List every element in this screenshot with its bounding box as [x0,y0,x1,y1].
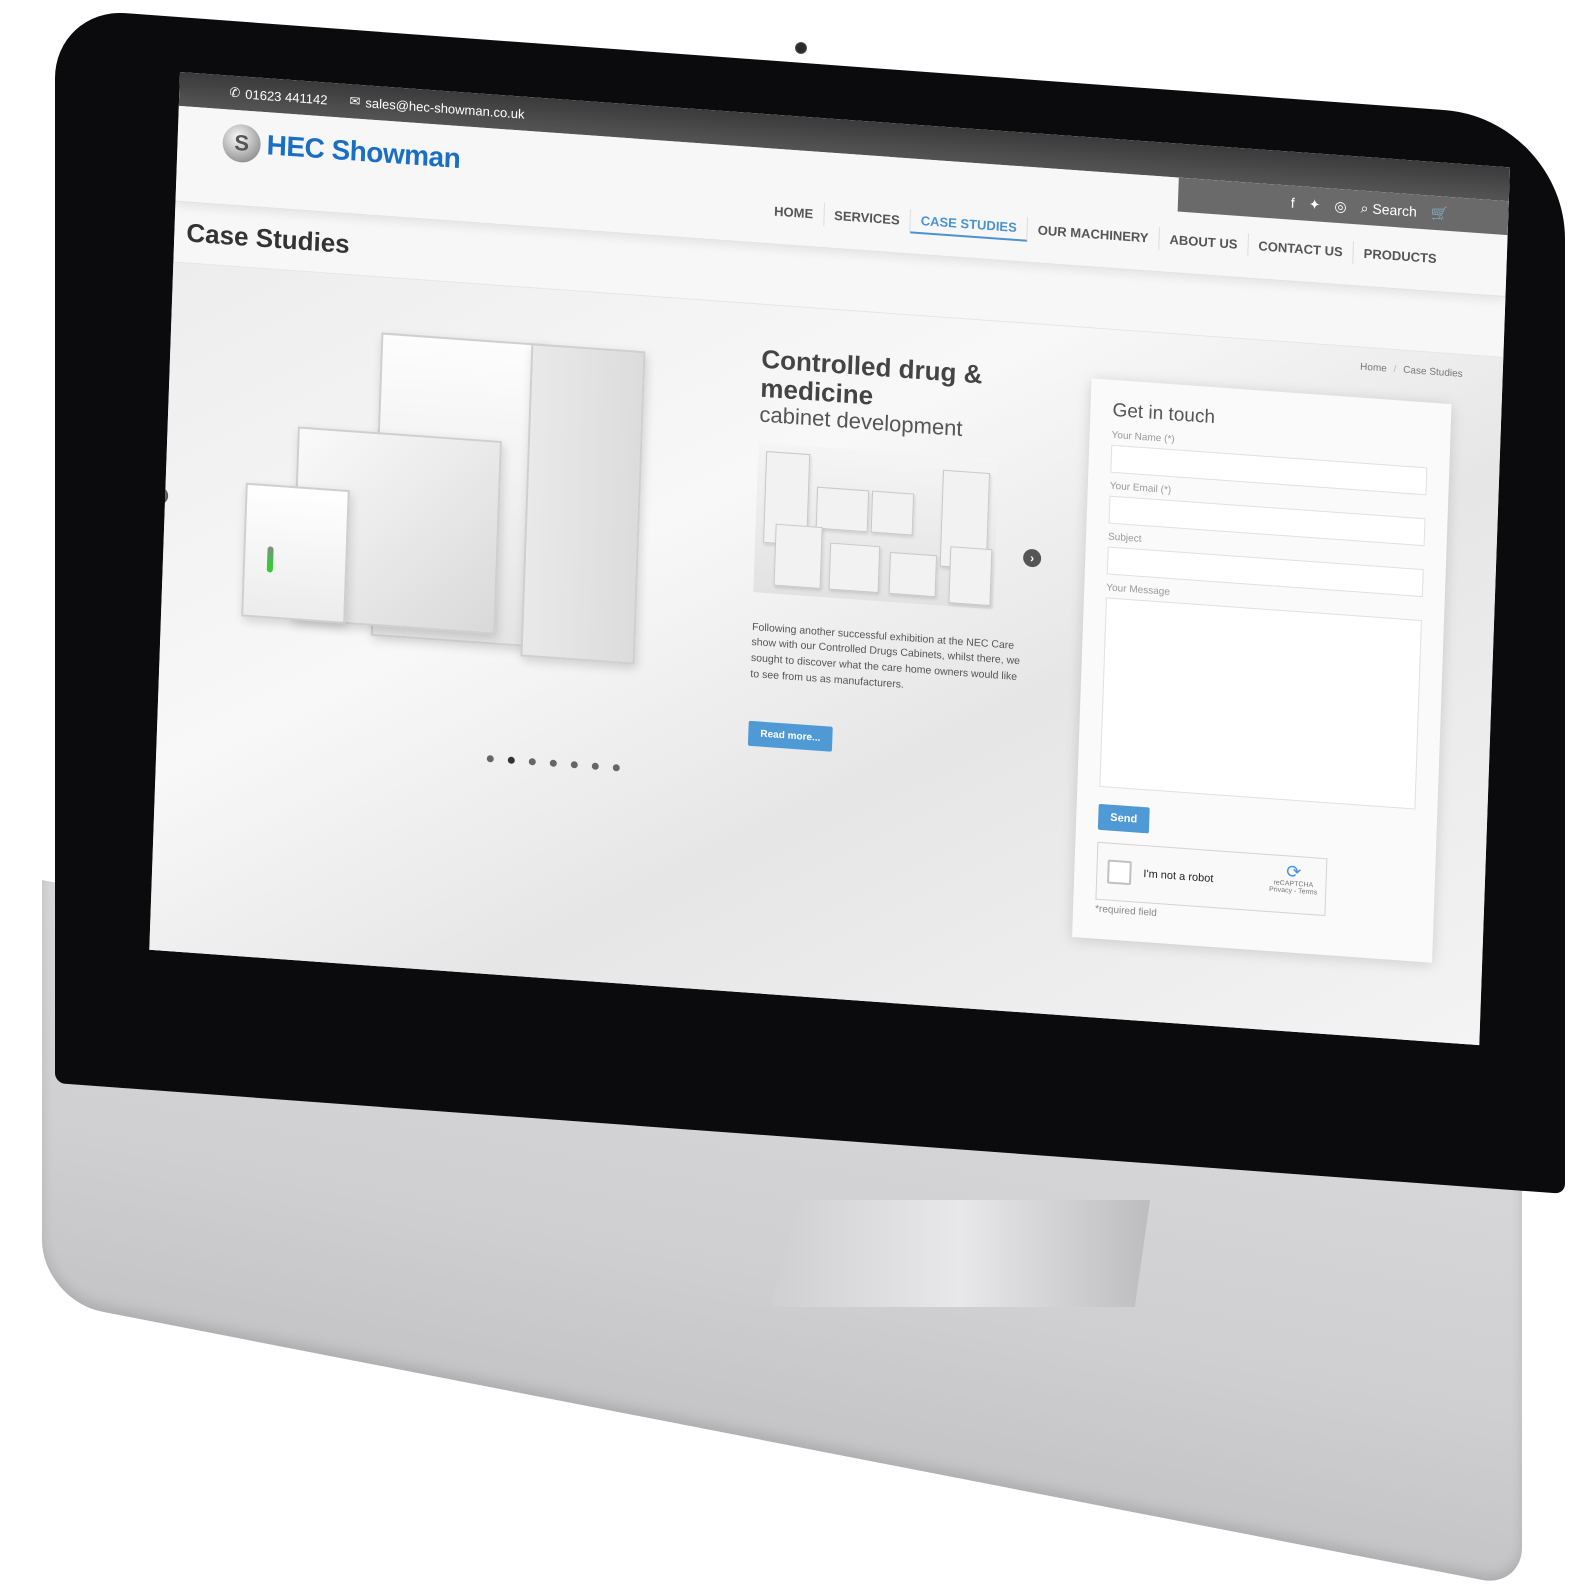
logo-swirl-icon: S [221,123,262,164]
contact-form: Get in touch Your Name (*) Your Email (*… [1072,378,1452,963]
slider-dot[interactable] [486,755,494,763]
brand-name: HEC Showman [266,129,461,175]
slide-description: Following another successful exhibition … [750,620,1021,691]
website-screen: ✆ 01623 441142 ✉ sales@hec-showman.co.uk… [149,72,1510,1046]
envelope-icon: ✉ [349,93,361,109]
search-button[interactable]: ⌕ Search [1360,199,1417,220]
recaptcha-widget: I'm not a robot ⟳ reCAPTCHA Privacy - Te… [1095,841,1328,917]
twitter-icon[interactable]: ✦ [1308,195,1320,213]
cart-icon[interactable]: 🛒 [1430,204,1449,222]
nav-contact-us[interactable]: CONTACT US [1248,233,1355,265]
cabinets-product-image [230,322,661,671]
nav-about-us[interactable]: ABOUT US [1159,227,1249,257]
nav-our-machinery[interactable]: OUR MACHINERY [1027,217,1160,251]
slider-dot[interactable] [591,762,599,771]
chevron-right-icon: › [1029,550,1035,566]
cabinet-door-image [520,343,646,665]
facebook-icon[interactable]: f [1291,195,1295,211]
slider-dot[interactable] [570,761,578,769]
slider-dot[interactable] [549,759,557,768]
slider-dot-active[interactable] [507,756,515,764]
small-cabinet-image [241,482,350,624]
cabinet-shape [773,523,823,589]
main-content: Home / Case Studies ‹ › Controlled drug … [149,262,1504,1046]
email-address: sales@hec-showman.co.uk [365,94,525,122]
email-contact[interactable]: ✉ sales@hec-showman.co.uk [349,93,525,122]
cabinet-range-photo [753,442,999,609]
recaptcha-checkbox[interactable] [1106,859,1132,886]
recaptcha-label: I'm not a robot [1143,868,1214,886]
recaptcha-logo: ⟳ reCAPTCHA Privacy - Terms [1269,861,1318,896]
slider-pagination [486,755,620,772]
message-field[interactable] [1099,597,1422,810]
monitor-stand [770,1200,1150,1307]
slider-dot[interactable] [528,758,536,766]
slider-next-button[interactable]: › [1022,548,1042,568]
nav-home[interactable]: HOME [763,198,825,227]
key-lock-icon [266,546,274,573]
phone-number: 01623 441142 [245,86,328,108]
breadcrumb-home[interactable]: Home [1360,362,1387,375]
breadcrumb: Home / Case Studies [1360,362,1463,380]
send-button[interactable]: Send [1097,803,1150,834]
cabinet-shape [948,545,993,606]
read-more-button[interactable]: Read more... [747,720,833,752]
slide-caption: Controlled drug & medicine cabinet devel… [747,344,1020,763]
nav-services[interactable]: SERVICES [823,203,912,233]
nav-products[interactable]: PRODUCTS [1353,241,1447,271]
cabinet-shape [870,490,915,536]
instagram-icon[interactable]: ◎ [1334,197,1347,215]
search-icon: ⌕ [1360,199,1369,216]
search-label: Search [1372,199,1418,220]
slider-dot[interactable] [612,764,620,772]
page-title: Case Studies [185,216,351,259]
breadcrumb-separator: / [1393,364,1397,376]
cabinet-shape [815,486,870,532]
cabinet-shape [828,542,881,593]
phone-contact[interactable]: ✆ 01623 441142 [229,85,328,108]
nav-case-studies[interactable]: CASE STUDIES [910,208,1029,242]
breadcrumb-current: Case Studies [1402,364,1463,380]
phone-icon: ✆ [229,84,241,101]
webcam-icon [795,42,807,54]
site-logo[interactable]: S HEC Showman [221,123,461,178]
cabinet-shape [888,551,938,597]
